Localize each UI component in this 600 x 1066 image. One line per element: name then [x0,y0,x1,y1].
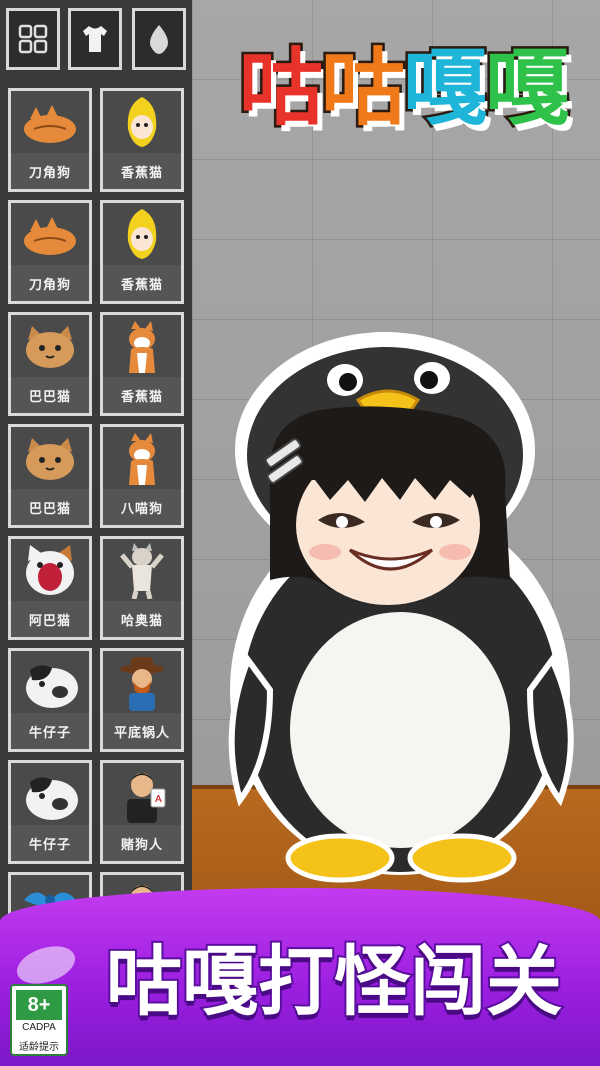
character-item[interactable]: 牛仔子 [8,648,92,752]
title-char: 嘎 [400,36,489,139]
character-item-label: 巴巴猫 [11,377,89,413]
character-item-label: 八喵狗 [103,489,181,525]
character-item[interactable]: 刀角狗 [8,200,92,304]
character-item[interactable]: 牛仔子 [8,760,92,864]
cat-loaf-icon [11,203,89,267]
character-item-label: 香蕉猫 [103,265,181,301]
character-item-label: 牛仔子 [11,713,89,749]
banana-cat-icon [103,203,181,267]
character-item[interactable]: 香蕉猫 [100,200,184,304]
title-char: 咕 [236,36,325,139]
dancing-cat-icon [103,539,181,603]
card-man-icon: A [103,763,181,827]
tab-items[interactable] [132,8,186,70]
promo-slogan: 咕嘎打怪闯关 [104,935,564,1028]
cat-loaf-icon [11,91,89,155]
character-item[interactable]: 阿巴猫 [8,536,92,640]
character-item[interactable]: 八喵狗 [100,424,184,528]
banana-cat-icon [103,91,181,155]
rating-tip: 适龄提示 [19,1042,59,1053]
age-rating-badge: 8+ CADPA 适龄提示 [10,984,68,1056]
age-rating: 8+ [16,990,62,1020]
shirt-icon [83,26,107,52]
character-item-label: 香蕉猫 [103,153,181,189]
rating-org: CADPA [22,1022,56,1033]
character-item[interactable]: 平底锅人 [100,648,184,752]
character-item[interactable]: 香蕉猫 [100,88,184,192]
character-item-label: 平底锅人 [103,713,181,749]
character-item[interactable]: 巴巴猫 [8,424,92,528]
tab-outfits[interactable] [68,8,122,70]
penguin-girl-character[interactable] [200,330,600,890]
tabby-cat-icon [11,427,89,491]
character-item[interactable]: 巴巴猫 [8,312,92,416]
screaming-cat-icon [11,539,89,603]
cow-icon [11,763,89,827]
character-item[interactable]: 刀角狗 [8,88,92,192]
character-item-label: 阿巴猫 [11,601,89,637]
svg-text:A: A [155,794,162,805]
title-char: 咕 [318,36,407,139]
shiba-icon [103,427,181,491]
character-sidebar: 刀角狗 香蕉猫 刀角狗 香蕉猫 巴巴猫 香蕉猫 巴巴猫 八喵狗 阿巴猫 哈奥猫 牛仔子 平底锅人 牛仔子… [0,0,192,976]
tabby-cat-icon [11,315,89,379]
character-item-label: 牛仔子 [11,825,89,861]
category-tabs [6,8,186,76]
character-item[interactable]: 哈奥猫 [100,536,184,640]
character-item-label: 刀角狗 [11,265,89,301]
shiba-icon [103,315,181,379]
character-item-label: 刀角狗 [11,153,89,189]
cowboy-icon [103,651,181,715]
cow-icon [11,651,89,715]
character-item-label: 香蕉猫 [103,377,181,413]
character-item-label: 哈奥猫 [103,601,181,637]
character-item-label: 巴巴猫 [11,489,89,525]
character-item[interactable]: 香蕉猫 [100,312,184,416]
title-char: 嘎 [483,36,572,139]
character-item-label: 赌狗人 [103,825,181,861]
character-item[interactable]: A 赌狗人 [100,760,184,864]
tab-characters[interactable] [6,8,60,70]
grid-icon [18,24,48,54]
drop-icon [150,25,168,54]
game-title: 咕 咕 嘎 嘎 [218,18,588,144]
